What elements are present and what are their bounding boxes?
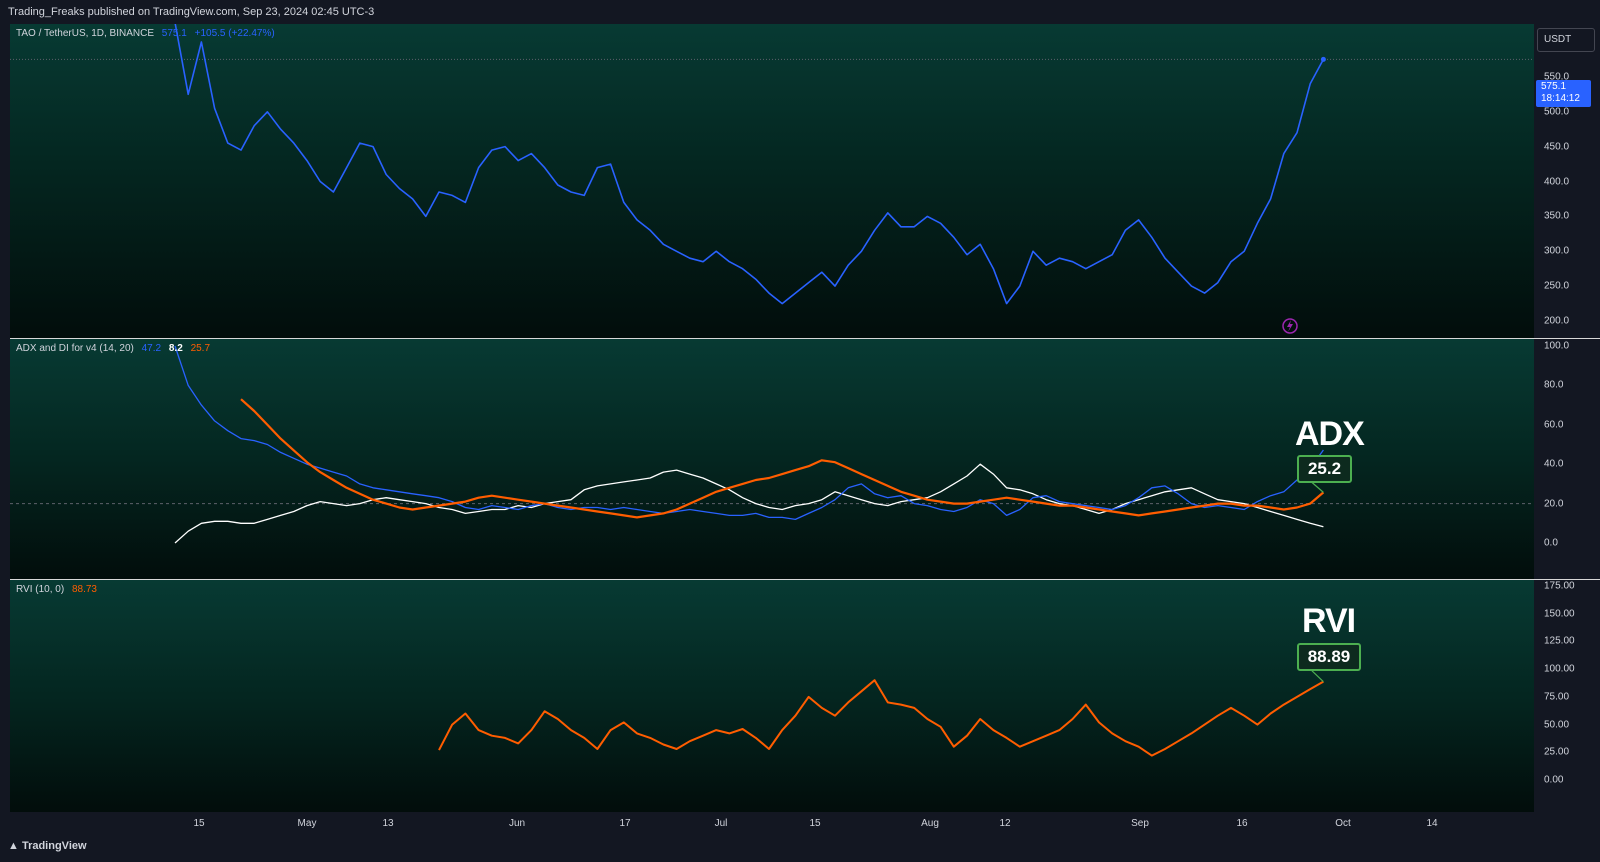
y-tick-label: 150.00 bbox=[1544, 608, 1575, 620]
y-tick-label: 50.00 bbox=[1544, 719, 1570, 731]
y-tick-label: 80.0 bbox=[1544, 379, 1564, 391]
di-minus-value: 8.2 bbox=[168, 343, 183, 354]
y-tick-label: 40.0 bbox=[1544, 458, 1564, 470]
y-tick-label: 175.00 bbox=[1544, 580, 1575, 592]
y-tick-label: 350.0 bbox=[1544, 210, 1570, 222]
x-tick-label: 14 bbox=[1426, 818, 1438, 829]
last-price-value: 575.1 bbox=[161, 28, 187, 39]
publish-header: Trading_Freaks published on TradingView.… bbox=[8, 6, 375, 18]
x-tick-label: Jul bbox=[714, 818, 728, 829]
y-tick-label: 300.0 bbox=[1544, 245, 1570, 257]
y-tick-label: 75.00 bbox=[1544, 691, 1570, 703]
rvi-axis[interactable]: 175.00 150.00 125.00 100.00 75.00 50.00 25.00 0… bbox=[1534, 580, 1600, 812]
price-legend[interactable]: TAO / TetherUS, 1D, BINANCE 575.1 +105.5… bbox=[16, 28, 280, 39]
x-tick-label: 17 bbox=[619, 818, 631, 829]
price-change-value: +105.5 (+22.47%) bbox=[194, 28, 275, 39]
y-tick-label: 0.00 bbox=[1544, 774, 1564, 786]
price-chart-svg[interactable] bbox=[10, 24, 1534, 338]
y-tick-label: 0.0 bbox=[1544, 537, 1558, 549]
last-price-tag: 575.1 18:14:12 bbox=[1536, 80, 1591, 107]
y-tick-label: 25.00 bbox=[1544, 746, 1570, 758]
adx-axis[interactable]: 100.0 80.0 60.0 40.0 20.0 0.0 bbox=[1534, 339, 1600, 579]
x-tick-label: Jun bbox=[508, 818, 526, 829]
x-tick-label: Oct bbox=[1335, 818, 1351, 829]
x-tick-label: 15 bbox=[809, 818, 821, 829]
rvi-indicator-name[interactable]: RVI (10, 0) bbox=[16, 584, 64, 595]
tradingview-logo-text: TradingView bbox=[21, 840, 87, 852]
y-tick-label: 20.0 bbox=[1544, 498, 1564, 510]
price-axis[interactable]: 600.0550.0500.0450.0400.0350.0300.0250.0… bbox=[1534, 24, 1600, 338]
adx-pane[interactable]: ADX and DI for v4 (14, 20) 47.2 8.2 25.7… bbox=[10, 339, 1534, 579]
y-tick-label: 125.00 bbox=[1544, 635, 1575, 647]
currency-button[interactable]: USDT bbox=[1537, 28, 1595, 52]
x-tick-label: 12 bbox=[999, 818, 1011, 829]
bar-countdown: 18:14:12 bbox=[1541, 93, 1580, 104]
x-tick-label: 16 bbox=[1236, 818, 1248, 829]
tradingview-logo[interactable]: ▲ TradingView bbox=[8, 840, 87, 852]
price-line bbox=[174, 24, 1325, 305]
y-tick-label: 60.0 bbox=[1544, 419, 1564, 431]
di-plus-line bbox=[174, 345, 1324, 521]
last-price-dot bbox=[1320, 56, 1326, 62]
adx-value: 25.7 bbox=[190, 343, 211, 354]
lightning-icon bbox=[1287, 320, 1293, 332]
di-plus-value: 47.2 bbox=[141, 343, 162, 354]
last-price-tag-value: 575.1 bbox=[1541, 81, 1567, 92]
y-tick-label: 400.0 bbox=[1544, 176, 1570, 187]
adx-indicator-name[interactable]: ADX and DI for v4 (14, 20) bbox=[16, 343, 134, 354]
x-tick-label: Sep bbox=[1131, 818, 1149, 829]
adx-annotation-value: 25.2 bbox=[1297, 455, 1352, 483]
rvi-annotation-label: RVI bbox=[1302, 602, 1356, 640]
rvi-annotation-value: 88.89 bbox=[1297, 643, 1361, 671]
x-tick-label: 13 bbox=[382, 818, 394, 829]
rvi-pane[interactable]: RVI (10, 0) 88.73 RVI 88.89 bbox=[10, 580, 1534, 812]
adx-legend[interactable]: ADX and DI for v4 (14, 20) 47.2 8.2 25.7 bbox=[16, 343, 215, 354]
rvi-legend[interactable]: RVI (10, 0) 88.73 bbox=[16, 584, 102, 595]
price-pane[interactable]: TAO / TetherUS, 1D, BINANCE 575.1 +105.5… bbox=[10, 24, 1534, 338]
x-tick-label: May bbox=[297, 818, 317, 829]
y-tick-label: 100.00 bbox=[1544, 663, 1575, 675]
y-tick-label: 100.0 bbox=[1544, 340, 1570, 352]
x-tick-label: 15 bbox=[193, 818, 205, 829]
time-axis[interactable]: 15 May 13 Jun 17 Jul 15 Aug 12 Sep 16 Oct 14 bbox=[10, 812, 1534, 832]
rvi-line bbox=[438, 679, 1324, 757]
y-tick-label: 250.0 bbox=[1544, 280, 1570, 292]
rvi-value: 88.73 bbox=[71, 584, 97, 595]
tradingview-logo-icon: ▲ bbox=[8, 840, 19, 852]
y-tick-label: 500.0 bbox=[1544, 106, 1570, 118]
y-tick-label: 450.0 bbox=[1544, 141, 1570, 153]
adx-annotation-label: ADX bbox=[1295, 415, 1365, 453]
x-tick-label: Aug bbox=[921, 818, 939, 829]
symbol-label[interactable]: TAO / TetherUS, 1D, BINANCE bbox=[16, 28, 154, 39]
y-tick-label: 200.0 bbox=[1544, 315, 1570, 327]
